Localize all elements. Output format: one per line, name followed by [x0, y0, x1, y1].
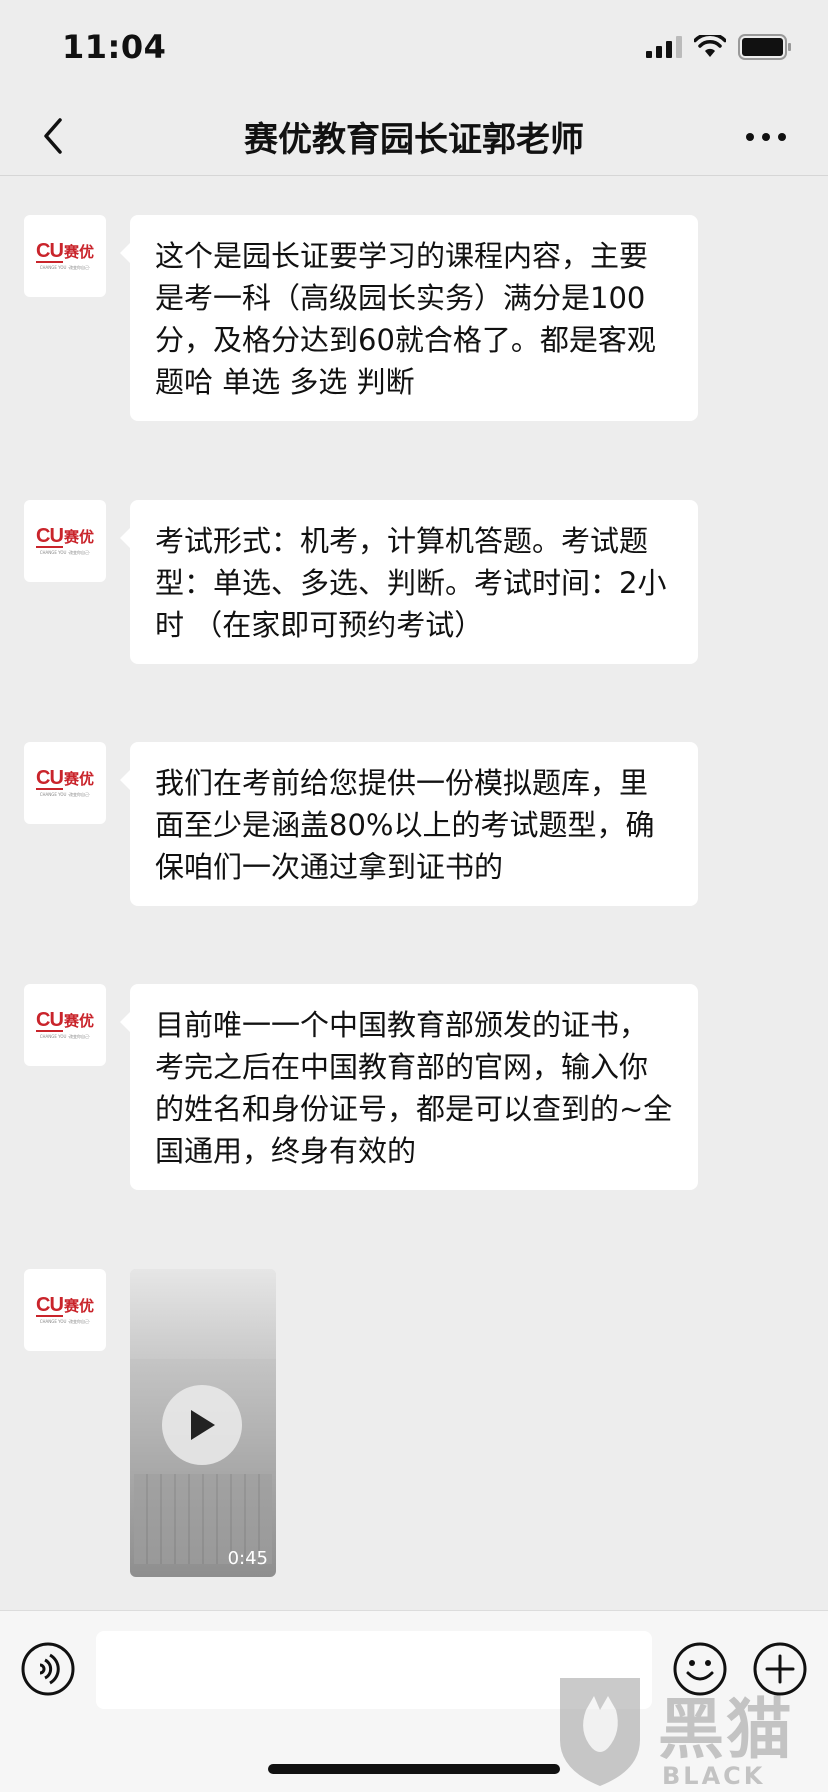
message-list: CU 赛优 CHANGE YOU ·改变你自己· 这个是园长证要学习的课程内容，…	[0, 177, 828, 1610]
battery-icon	[738, 34, 791, 60]
more-options-icon[interactable]	[742, 122, 790, 152]
watermark-cn: 黑猫	[658, 1691, 794, 1768]
black-cat-logo-icon	[560, 1678, 640, 1786]
sender-avatar[interactable]: CU 赛优 CHANGE YOU ·改变你自己·	[24, 984, 106, 1066]
watermark: 黑猫 BLACK CAT	[550, 1670, 820, 1792]
avatar-logo: CU 赛优	[36, 1009, 94, 1032]
home-indicator[interactable]	[268, 1764, 560, 1774]
avatar-logo: CU 赛优	[36, 525, 94, 548]
wifi-icon	[694, 35, 726, 57]
video-message[interactable]: 0:45	[130, 1269, 276, 1577]
sender-avatar[interactable]: CU 赛优 CHANGE YOU ·改变你自己·	[24, 1269, 106, 1351]
avatar-logo: CU 赛优	[36, 1294, 94, 1317]
status-bar: 11:04	[0, 0, 828, 96]
watermark-en: BLACK CAT	[662, 1762, 766, 1792]
status-time: 11:04	[62, 28, 167, 66]
message-bubble[interactable]: 考试形式：机考，计算机答题。考试题型：单选、多选、判断。考试时间：2小时 （在家…	[120, 500, 698, 664]
avatar-logo: CU 赛优	[36, 240, 94, 263]
message-bubble[interactable]: 目前唯一一个中国教育部颁发的证书，考完之后在中国教育部的官网，输入你的姓名和身份…	[120, 984, 698, 1190]
status-icons	[646, 34, 792, 60]
avatar-logo: CU 赛优	[36, 767, 94, 790]
video-duration: 0:45	[227, 1548, 268, 1569]
message-bubble[interactable]: 我们在考前给您提供一份模拟题库，里面至少是涵盖80%以上的考试题型，确保咱们一次…	[120, 742, 698, 906]
play-button[interactable]	[162, 1385, 242, 1465]
sender-avatar[interactable]: CU 赛优 CHANGE YOU ·改变你自己·	[24, 215, 106, 297]
play-icon	[191, 1410, 215, 1440]
signal-icon	[646, 36, 682, 58]
voice-input-icon[interactable]	[20, 1641, 76, 1697]
chat-title: 赛优教育园长证郭老师	[244, 120, 584, 160]
sender-avatar[interactable]: CU 赛优 CHANGE YOU ·改变你自己·	[24, 500, 106, 582]
video-thumbnail	[130, 1269, 276, 1359]
chat-header: 赛优教育园长证郭老师	[0, 96, 828, 176]
sender-avatar[interactable]: CU 赛优 CHANGE YOU ·改变你自己·	[24, 742, 106, 824]
message-bubble[interactable]: 这个是园长证要学习的课程内容，主要是考一科（高级园长实务）满分是100分，及格分…	[120, 215, 698, 421]
